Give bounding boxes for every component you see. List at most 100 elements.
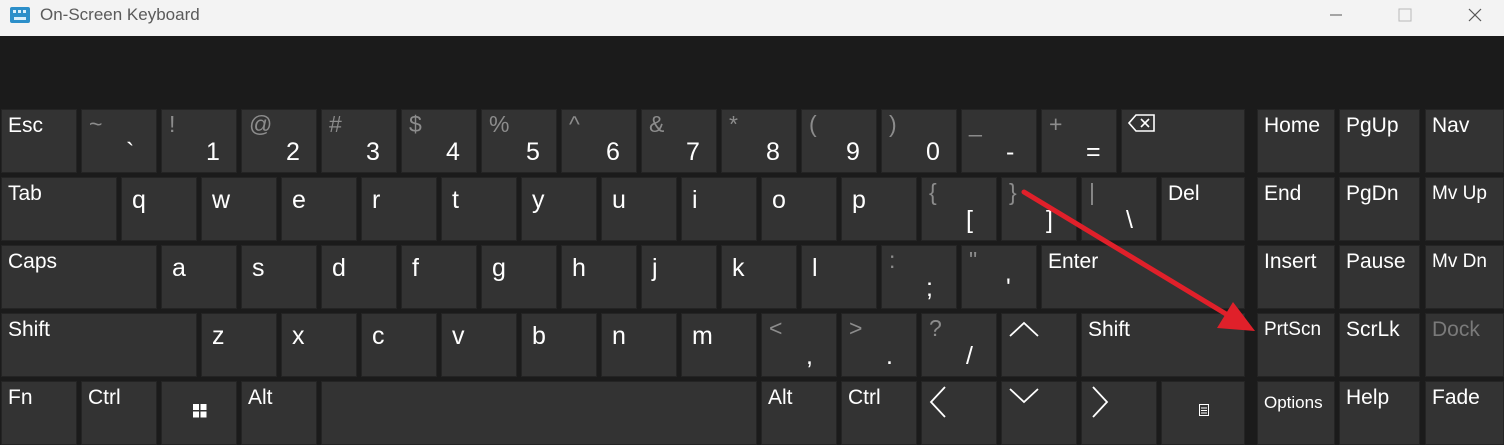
key-m[interactable]: m xyxy=(681,313,757,377)
key-period[interactable]: >. xyxy=(841,313,917,377)
key-end[interactable]: End xyxy=(1257,177,1335,241)
key-5[interactable]: % 5 xyxy=(481,109,557,173)
key-z[interactable]: z xyxy=(201,313,277,377)
key-right[interactable] xyxy=(1081,381,1157,445)
key-r[interactable]: r xyxy=(361,177,437,241)
key-left[interactable] xyxy=(921,381,997,445)
key-o[interactable]: o xyxy=(761,177,837,241)
key-k[interactable]: k xyxy=(721,245,797,309)
key-alt-left[interactable]: Alt xyxy=(241,381,317,445)
key-prtscn[interactable]: PrtScn xyxy=(1257,313,1335,377)
key-h[interactable]: h xyxy=(561,245,637,309)
key-0[interactable]: ) 0 xyxy=(881,109,957,173)
backspace-icon xyxy=(1128,114,1155,132)
key-ctrl-right[interactable]: Ctrl xyxy=(841,381,917,445)
key-3[interactable]: #3 xyxy=(321,109,397,173)
key-base-label: 1 xyxy=(206,138,220,166)
key-pause[interactable]: Pause xyxy=(1339,245,1420,309)
key-up[interactable] xyxy=(1001,313,1077,377)
key-fade[interactable]: Fade xyxy=(1425,381,1504,445)
title-bar: On-Screen Keyboard xyxy=(0,0,1504,36)
key-equals[interactable]: + = xyxy=(1041,109,1117,173)
key-y[interactable]: y xyxy=(521,177,597,241)
key-p[interactable]: p xyxy=(841,177,917,241)
key-n[interactable]: n xyxy=(601,313,677,377)
key-d[interactable]: d xyxy=(321,245,397,309)
key-slash[interactable]: ? / xyxy=(921,313,997,377)
key-down[interactable] xyxy=(1001,381,1077,445)
key-c[interactable]: c xyxy=(361,313,437,377)
key-pgdn[interactable]: PgDn xyxy=(1339,177,1420,241)
key-mv-up[interactable]: Mv Up xyxy=(1425,177,1504,241)
arrow-down-icon xyxy=(1009,388,1039,404)
key-label: z xyxy=(212,322,225,350)
key-right-bracket[interactable]: }] xyxy=(1001,177,1077,241)
key-enter[interactable]: Enter xyxy=(1041,245,1245,309)
key-home[interactable]: Home xyxy=(1257,109,1335,173)
key-b[interactable]: b xyxy=(521,313,597,377)
key-mv-dn[interactable]: Mv Dn xyxy=(1425,245,1504,309)
key-4[interactable]: $4 xyxy=(401,109,477,173)
key-options[interactable]: Options xyxy=(1257,381,1335,445)
maximize-button[interactable] xyxy=(1382,0,1428,30)
key-label: a xyxy=(172,254,186,282)
key-help[interactable]: Help xyxy=(1339,381,1420,445)
key-shift-right[interactable]: Shift xyxy=(1081,313,1245,377)
key-g[interactable]: g xyxy=(481,245,557,309)
key-ctrl-left[interactable]: Ctrl xyxy=(81,381,157,445)
key-label: Caps xyxy=(8,250,58,273)
minimize-button[interactable] xyxy=(1313,0,1359,30)
key-backtick[interactable]: ~ ` xyxy=(81,109,157,173)
key-insert[interactable]: Insert xyxy=(1257,245,1335,309)
key-backslash[interactable]: | \ xyxy=(1081,177,1157,241)
key-u[interactable]: u xyxy=(601,177,677,241)
key-dock[interactable]: Dock xyxy=(1425,313,1504,377)
key-base-label: 5 xyxy=(526,138,540,166)
key-t[interactable]: t xyxy=(441,177,517,241)
key-tab[interactable]: Tab xyxy=(1,177,117,241)
key-w[interactable]: w xyxy=(201,177,277,241)
key-left-bracket[interactable]: {[ xyxy=(921,177,997,241)
key-quote[interactable]: " ' xyxy=(961,245,1037,309)
key-s[interactable]: s xyxy=(241,245,317,309)
key-shift-left[interactable]: Shift xyxy=(1,313,197,377)
key-x[interactable]: x xyxy=(281,313,357,377)
key-label: f xyxy=(412,254,419,282)
key-e[interactable]: e xyxy=(281,177,357,241)
key-l[interactable]: l xyxy=(801,245,877,309)
key-semicolon[interactable]: :; xyxy=(881,245,957,309)
key-a[interactable]: a xyxy=(161,245,237,309)
key-pgup[interactable]: PgUp xyxy=(1339,109,1420,173)
key-7[interactable]: & 7 xyxy=(641,109,717,173)
key-nav[interactable]: Nav xyxy=(1425,109,1504,173)
key-caps[interactable]: Caps xyxy=(1,245,157,309)
key-space[interactable] xyxy=(321,381,757,445)
key-fn[interactable]: Fn xyxy=(1,381,77,445)
key-label: Mv Up xyxy=(1432,183,1487,204)
key-v[interactable]: v xyxy=(441,313,517,377)
key-comma[interactable]: <, xyxy=(761,313,837,377)
key-2[interactable]: @2 xyxy=(241,109,317,173)
key-i[interactable]: i xyxy=(681,177,757,241)
key-f[interactable]: f xyxy=(401,245,477,309)
key-label: g xyxy=(492,254,506,282)
key-9[interactable]: (9 xyxy=(801,109,877,173)
key-shift-label: } xyxy=(1009,179,1017,205)
key-menu[interactable] xyxy=(1161,381,1245,445)
key-j[interactable]: j xyxy=(641,245,717,309)
key-esc[interactable]: Esc xyxy=(1,109,77,173)
key-scrlk[interactable]: ScrLk xyxy=(1339,313,1420,377)
key-6[interactable]: ^ 6 xyxy=(561,109,637,173)
key-backspace[interactable] xyxy=(1121,109,1245,173)
key-8[interactable]: * 8 xyxy=(721,109,797,173)
key-alt-right[interactable]: Alt xyxy=(761,381,837,445)
key-label: r xyxy=(372,186,381,214)
key-q[interactable]: q xyxy=(121,177,197,241)
key-windows[interactable] xyxy=(161,381,237,445)
close-button[interactable] xyxy=(1452,0,1498,30)
key-del[interactable]: Del xyxy=(1161,177,1245,241)
key-label: Shift xyxy=(8,318,51,341)
key-minus[interactable]: _ - xyxy=(961,109,1037,173)
key-1[interactable]: ! 1 xyxy=(161,109,237,173)
arrow-right-icon xyxy=(1092,386,1109,418)
